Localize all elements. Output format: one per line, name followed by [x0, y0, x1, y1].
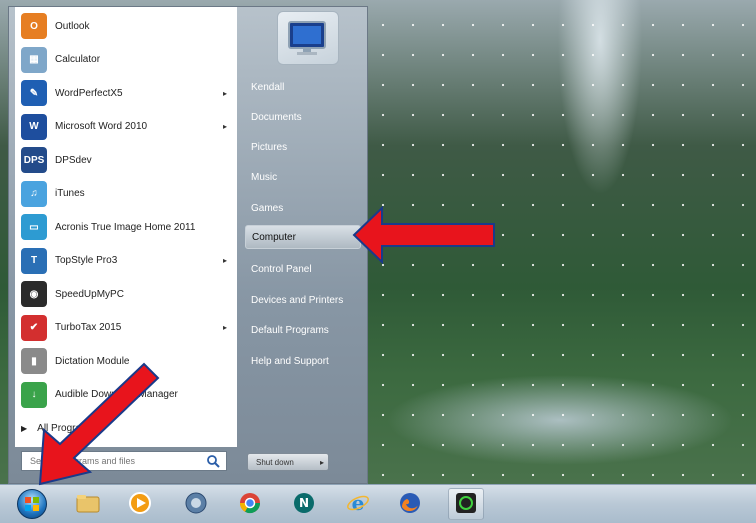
- jumplist-arrow-icon[interactable]: ▸: [223, 256, 227, 265]
- search-icon: [207, 455, 220, 468]
- taskbar-button-internet-explorer[interactable]: e: [340, 488, 376, 520]
- pinned-program-item[interactable]: T TopStyle Pro3 ▸: [21, 246, 231, 276]
- dpsdev-icon: DPS: [21, 147, 47, 173]
- taskbar-button-firefox[interactable]: [392, 488, 428, 520]
- svg-text:e: e: [352, 491, 365, 515]
- computer-monitor-icon: [288, 21, 326, 55]
- pinned-program-label: Outlook: [55, 20, 90, 32]
- arrow-to-computer-icon: [352, 206, 495, 264]
- pinned-program-label: iTunes: [55, 188, 85, 199]
- triangle-right-icon: ▶: [21, 423, 28, 433]
- netscape-icon: N: [292, 491, 316, 518]
- turbotax-icon: ✔: [21, 314, 47, 341]
- shutdown-label: Shut down: [256, 457, 294, 467]
- pinned-program-item[interactable]: ▭ Acronis True Image Home 2011: [21, 212, 231, 242]
- svg-text:N: N: [299, 496, 309, 510]
- places-item-help-and-support[interactable]: Help and Support: [245, 349, 361, 373]
- arrow-to-start-button-icon: [38, 362, 160, 486]
- calculator-icon: ▦: [21, 46, 47, 73]
- pinned-program-label: TurboTax 2015: [55, 322, 122, 333]
- pinned-program-label: Microsoft Word 2010: [55, 121, 148, 132]
- start-button[interactable]: [14, 488, 50, 520]
- pinned-program-label: WordPerfectX5: [55, 87, 123, 99]
- user-name-link[interactable]: Kendall: [245, 75, 361, 99]
- places-item-documents[interactable]: Documents: [245, 105, 361, 129]
- pinned-program-label: Acronis True Image Home 2011: [55, 221, 196, 233]
- itunes-icon: ♫: [21, 180, 47, 207]
- word-icon: W: [21, 113, 47, 140]
- places-item-default-programs[interactable]: Default Programs: [245, 318, 361, 342]
- taskbar-button-netscape[interactable]: N: [286, 488, 322, 520]
- taskbar-button-desktop-gadget[interactable]: [178, 488, 214, 520]
- speedupmypc-icon: [454, 491, 478, 518]
- pinned-program-label: DPSdev: [55, 154, 92, 166]
- outlook-icon: O: [21, 13, 47, 39]
- places-item-devices-and-printers[interactable]: Devices and Printers: [245, 288, 361, 312]
- places-item-games[interactable]: Games: [245, 196, 361, 220]
- windows-orb-icon: [17, 489, 47, 519]
- places-item-music[interactable]: Music: [245, 165, 361, 189]
- pinned-program-item[interactable]: ✎ WordPerfectX5 ▸: [21, 78, 231, 108]
- jumplist-arrow-icon[interactable]: ▸: [223, 323, 227, 332]
- speedupmypc-icon: ◉: [21, 281, 47, 307]
- pinned-program-item[interactable]: W Microsoft Word 2010 ▸: [21, 112, 231, 142]
- taskbar-button-media-player[interactable]: [122, 488, 158, 520]
- media-player-icon: [128, 491, 152, 518]
- pinned-program-item[interactable]: ♫ iTunes: [21, 179, 231, 209]
- pinned-program-item[interactable]: ✔ TurboTax 2015 ▸: [21, 313, 231, 343]
- pinned-program-item[interactable]: ▦ Calculator: [21, 45, 231, 75]
- explorer-icon: [76, 493, 100, 516]
- chrome-icon: [238, 491, 262, 518]
- desktop-gadget-icon: [184, 491, 208, 518]
- taskbar-button-speedupmypc[interactable]: [448, 488, 484, 520]
- topstyle-icon: T: [21, 247, 47, 274]
- pinned-program-item[interactable]: O Outlook: [21, 11, 231, 41]
- internet-explorer-icon: e: [346, 491, 370, 518]
- wordperfect-icon: ✎: [21, 80, 47, 106]
- places-item-control-panel[interactable]: Control Panel: [245, 257, 361, 281]
- places-item-computer[interactable]: Computer: [245, 225, 361, 249]
- user-picture[interactable]: [277, 11, 339, 65]
- places-item-pictures[interactable]: Pictures: [245, 135, 361, 159]
- pinned-program-item[interactable]: DPS DPSdev: [21, 145, 231, 175]
- jumplist-arrow-icon[interactable]: ▸: [223, 89, 227, 98]
- jumplist-arrow-icon[interactable]: ▸: [223, 122, 227, 131]
- shutdown-options-arrow-icon[interactable]: ▸: [320, 458, 324, 467]
- shutdown-button[interactable]: Shut down ▸: [247, 453, 329, 471]
- firefox-icon: [398, 491, 422, 518]
- pinned-program-label: Calculator: [55, 54, 101, 65]
- acronis-icon: ▭: [21, 214, 47, 240]
- pinned-program-label: SpeedUpMyPC: [55, 288, 124, 300]
- taskbar-button-chrome[interactable]: [232, 488, 268, 520]
- taskbar-button-explorer[interactable]: [70, 488, 106, 520]
- pinned-program-label: TopStyle Pro3: [55, 255, 118, 266]
- pinned-program-item[interactable]: ◉ SpeedUpMyPC: [21, 279, 231, 309]
